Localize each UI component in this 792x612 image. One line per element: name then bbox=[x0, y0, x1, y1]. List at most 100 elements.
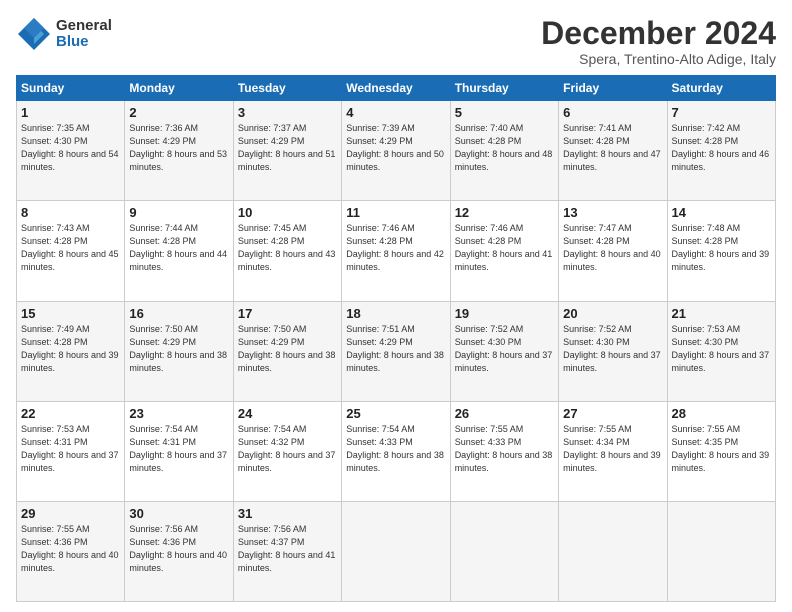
day-number: 30 bbox=[129, 506, 228, 521]
day-number: 28 bbox=[672, 406, 771, 421]
logo-general: General bbox=[56, 18, 112, 35]
day-info: Sunrise: 7:47 AMSunset: 4:28 PMDaylight:… bbox=[563, 222, 662, 274]
day-info: Sunrise: 7:37 AMSunset: 4:29 PMDaylight:… bbox=[238, 122, 337, 174]
day-number: 29 bbox=[21, 506, 120, 521]
table-row: 22Sunrise: 7:53 AMSunset: 4:31 PMDayligh… bbox=[17, 401, 125, 501]
col-monday: Monday bbox=[125, 76, 233, 101]
calendar-table: Sunday Monday Tuesday Wednesday Thursday… bbox=[16, 75, 776, 602]
table-row: 13Sunrise: 7:47 AMSunset: 4:28 PMDayligh… bbox=[559, 201, 667, 301]
table-row: 29 Sunrise: 7:55 AMSunset: 4:36 PMDayligh… bbox=[17, 501, 125, 601]
table-row: 9 Sunrise: 7:44 AMSunset: 4:28 PMDaylight… bbox=[125, 201, 233, 301]
day-number: 4 bbox=[346, 105, 445, 120]
day-info: Sunrise: 7:56 AMSunset: 4:36 PMDaylight:… bbox=[129, 523, 228, 575]
day-info: Sunrise: 7:54 AMSunset: 4:32 PMDaylight:… bbox=[238, 423, 337, 475]
day-info: Sunrise: 7:44 AMSunset: 4:28 PMDaylight:… bbox=[129, 222, 228, 274]
col-tuesday: Tuesday bbox=[233, 76, 341, 101]
day-number: 26 bbox=[455, 406, 554, 421]
header-row: Sunday Monday Tuesday Wednesday Thursday… bbox=[17, 76, 776, 101]
day-number: 9 bbox=[129, 205, 228, 220]
page: General Blue December 2024 Spera, Trenti… bbox=[0, 0, 792, 612]
location-title: Spera, Trentino-Alto Adige, Italy bbox=[541, 51, 776, 67]
col-sunday: Sunday bbox=[17, 76, 125, 101]
table-row: 2 Sunrise: 7:36 AMSunset: 4:29 PMDaylight… bbox=[125, 101, 233, 201]
day-number: 24 bbox=[238, 406, 337, 421]
day-number: 18 bbox=[346, 306, 445, 321]
table-row: 6Sunrise: 7:41 AMSunset: 4:28 PMDaylight… bbox=[559, 101, 667, 201]
col-thursday: Thursday bbox=[450, 76, 558, 101]
calendar-week-row: 22Sunrise: 7:53 AMSunset: 4:31 PMDayligh… bbox=[17, 401, 776, 501]
day-number: 22 bbox=[21, 406, 120, 421]
day-info: Sunrise: 7:55 AMSunset: 4:34 PMDaylight:… bbox=[563, 423, 662, 475]
logo: General Blue bbox=[16, 16, 112, 52]
day-info: Sunrise: 7:54 AMSunset: 4:31 PMDaylight:… bbox=[129, 423, 228, 475]
col-wednesday: Wednesday bbox=[342, 76, 450, 101]
table-row: 1 Sunrise: 7:35 AMSunset: 4:30 PMDaylight… bbox=[17, 101, 125, 201]
day-number: 16 bbox=[129, 306, 228, 321]
day-number: 20 bbox=[563, 306, 662, 321]
header: General Blue December 2024 Spera, Trenti… bbox=[16, 16, 776, 67]
day-number: 14 bbox=[672, 205, 771, 220]
day-info: Sunrise: 7:46 AMSunset: 4:28 PMDaylight:… bbox=[346, 222, 445, 274]
table-row: 31Sunrise: 7:56 AMSunset: 4:37 PMDayligh… bbox=[233, 501, 341, 601]
table-row: 18Sunrise: 7:51 AMSunset: 4:29 PMDayligh… bbox=[342, 301, 450, 401]
table-row: 8Sunrise: 7:43 AMSunset: 4:28 PMDaylight… bbox=[17, 201, 125, 301]
table-row: 17Sunrise: 7:50 AMSunset: 4:29 PMDayligh… bbox=[233, 301, 341, 401]
day-info: Sunrise: 7:45 AMSunset: 4:28 PMDaylight:… bbox=[238, 222, 337, 274]
day-info: Sunrise: 7:49 AMSunset: 4:28 PMDaylight:… bbox=[21, 323, 120, 375]
day-info: Sunrise: 7:39 AMSunset: 4:29 PMDaylight:… bbox=[346, 122, 445, 174]
day-info: Sunrise: 7:46 AMSunset: 4:28 PMDaylight:… bbox=[455, 222, 554, 274]
table-row: 15Sunrise: 7:49 AMSunset: 4:28 PMDayligh… bbox=[17, 301, 125, 401]
table-row: 12 Sunrise: 7:46 AMSunset: 4:28 PMDayligh… bbox=[450, 201, 558, 301]
calendar-week-row: 15Sunrise: 7:49 AMSunset: 4:28 PMDayligh… bbox=[17, 301, 776, 401]
logo-text: General Blue bbox=[56, 18, 112, 51]
calendar-week-row: 8Sunrise: 7:43 AMSunset: 4:28 PMDaylight… bbox=[17, 201, 776, 301]
table-row: 30 Sunrise: 7:56 AMSunset: 4:36 PMDayligh… bbox=[125, 501, 233, 601]
day-number: 1 bbox=[21, 105, 120, 120]
day-info: Sunrise: 7:40 AMSunset: 4:28 PMDaylight:… bbox=[455, 122, 554, 174]
day-info: Sunrise: 7:55 AMSunset: 4:35 PMDaylight:… bbox=[672, 423, 771, 475]
day-info: Sunrise: 7:55 AMSunset: 4:33 PMDaylight:… bbox=[455, 423, 554, 475]
table-row: 26 Sunrise: 7:55 AMSunset: 4:33 PMDayligh… bbox=[450, 401, 558, 501]
table-row: 25 Sunrise: 7:54 AMSunset: 4:33 PMDayligh… bbox=[342, 401, 450, 501]
table-row bbox=[342, 501, 450, 601]
logo-icon bbox=[16, 16, 52, 52]
day-number: 25 bbox=[346, 406, 445, 421]
title-section: December 2024 Spera, Trentino-Alto Adige… bbox=[541, 16, 776, 67]
day-number: 12 bbox=[455, 205, 554, 220]
day-number: 23 bbox=[129, 406, 228, 421]
table-row bbox=[450, 501, 558, 601]
table-row: 28 Sunrise: 7:55 AMSunset: 4:35 PMDayligh… bbox=[667, 401, 775, 501]
table-row: 16 Sunrise: 7:50 AMSunset: 4:29 PMDayligh… bbox=[125, 301, 233, 401]
table-row: 27Sunrise: 7:55 AMSunset: 4:34 PMDayligh… bbox=[559, 401, 667, 501]
day-info: Sunrise: 7:42 AMSunset: 4:28 PMDaylight:… bbox=[672, 122, 771, 174]
day-number: 19 bbox=[455, 306, 554, 321]
table-row: 23 Sunrise: 7:54 AMSunset: 4:31 PMDayligh… bbox=[125, 401, 233, 501]
day-number: 5 bbox=[455, 105, 554, 120]
day-info: Sunrise: 7:48 AMSunset: 4:28 PMDaylight:… bbox=[672, 222, 771, 274]
table-row: 19 Sunrise: 7:52 AMSunset: 4:30 PMDayligh… bbox=[450, 301, 558, 401]
day-info: Sunrise: 7:52 AMSunset: 4:30 PMDaylight:… bbox=[455, 323, 554, 375]
day-info: Sunrise: 7:50 AMSunset: 4:29 PMDaylight:… bbox=[129, 323, 228, 375]
day-info: Sunrise: 7:55 AMSunset: 4:36 PMDaylight:… bbox=[21, 523, 120, 575]
table-row: 24 Sunrise: 7:54 AMSunset: 4:32 PMDayligh… bbox=[233, 401, 341, 501]
table-row: 21Sunrise: 7:53 AMSunset: 4:30 PMDayligh… bbox=[667, 301, 775, 401]
day-info: Sunrise: 7:54 AMSunset: 4:33 PMDaylight:… bbox=[346, 423, 445, 475]
col-friday: Friday bbox=[559, 76, 667, 101]
day-number: 10 bbox=[238, 205, 337, 220]
table-row bbox=[559, 501, 667, 601]
day-number: 17 bbox=[238, 306, 337, 321]
day-number: 3 bbox=[238, 105, 337, 120]
day-info: Sunrise: 7:36 AMSunset: 4:29 PMDaylight:… bbox=[129, 122, 228, 174]
day-number: 31 bbox=[238, 506, 337, 521]
day-number: 8 bbox=[21, 205, 120, 220]
day-number: 6 bbox=[563, 105, 662, 120]
calendar-week-row: 1 Sunrise: 7:35 AMSunset: 4:30 PMDaylight… bbox=[17, 101, 776, 201]
table-row: 3 Sunrise: 7:37 AMSunset: 4:29 PMDaylight… bbox=[233, 101, 341, 201]
day-info: Sunrise: 7:35 AMSunset: 4:30 PMDaylight:… bbox=[21, 122, 120, 174]
day-info: Sunrise: 7:52 AMSunset: 4:30 PMDaylight:… bbox=[563, 323, 662, 375]
col-saturday: Saturday bbox=[667, 76, 775, 101]
table-row: 5 Sunrise: 7:40 AMSunset: 4:28 PMDaylight… bbox=[450, 101, 558, 201]
day-number: 2 bbox=[129, 105, 228, 120]
table-row: 14 Sunrise: 7:48 AMSunset: 4:28 PMDayligh… bbox=[667, 201, 775, 301]
logo-blue: Blue bbox=[56, 34, 112, 51]
